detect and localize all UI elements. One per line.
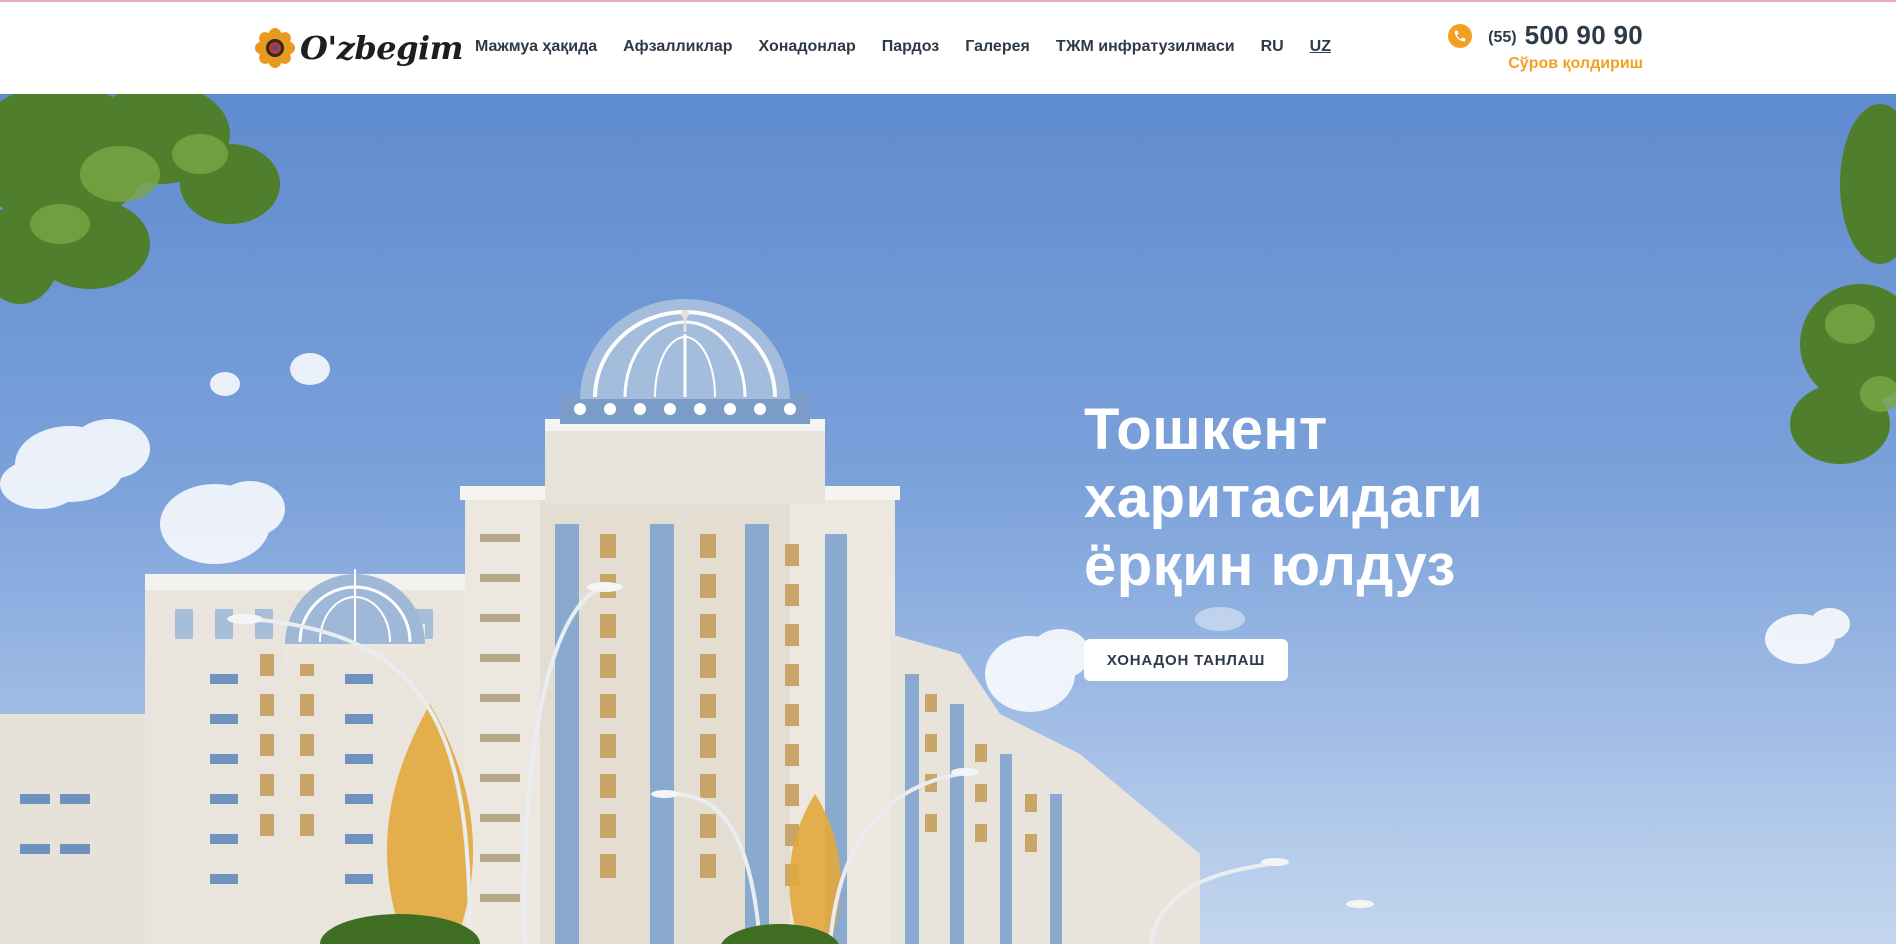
phone-icon <box>1448 23 1473 48</box>
hero-title-line-1: Тошкент <box>1084 397 1328 462</box>
hero-section: Тошкент харитасидаги ёрқин юлдуз ХОНАДОН… <box>0 94 1896 944</box>
contact-block: (55) 500 90 90 Сўров қолдириш <box>1448 20 1643 73</box>
phone-row[interactable]: (55) 500 90 90 <box>1448 20 1643 51</box>
residential-complex-render <box>0 94 1896 944</box>
nav-item-advantages[interactable]: Афзалликлар <box>623 38 732 56</box>
nav-item-apartments[interactable]: Хонадонлар <box>759 38 856 56</box>
nav-item-infrastructure[interactable]: ТЖМ инфратузилмаси <box>1056 38 1235 56</box>
site-header: O'zbegim Мажмуа ҳақида Афзалликлар Хонад… <box>0 2 1896 94</box>
nav-item-about[interactable]: Мажмуа ҳақида <box>475 38 597 56</box>
phone-number: 500 90 90 <box>1524 20 1643 50</box>
nav-item-finishing[interactable]: Пардоз <box>882 38 939 56</box>
choose-apartment-button[interactable]: ХОНАДОН ТАНЛАШ <box>1084 639 1288 681</box>
logo[interactable]: O'zbegim <box>254 24 463 72</box>
logo-text: O'zbegim <box>300 29 463 67</box>
main-nav: Мажмуа ҳақида Афзалликлар Хонадонлар Пар… <box>475 38 1331 56</box>
lang-uz[interactable]: UZ <box>1310 38 1331 56</box>
flower-ornament-icon <box>255 28 295 68</box>
hero-title: Тошкент харитасидаги ёрқин юлдуз <box>1084 396 1604 600</box>
lang-ru[interactable]: RU <box>1261 38 1284 56</box>
nav-item-gallery[interactable]: Галерея <box>965 38 1030 56</box>
hero-title-line-2: харитасидаги <box>1084 465 1484 530</box>
phone-code: (55) <box>1488 28 1517 46</box>
request-callback-link[interactable]: Сўров қолдириш <box>1448 55 1643 73</box>
hero-title-line-3: ёрқин юлдуз <box>1084 533 1456 598</box>
